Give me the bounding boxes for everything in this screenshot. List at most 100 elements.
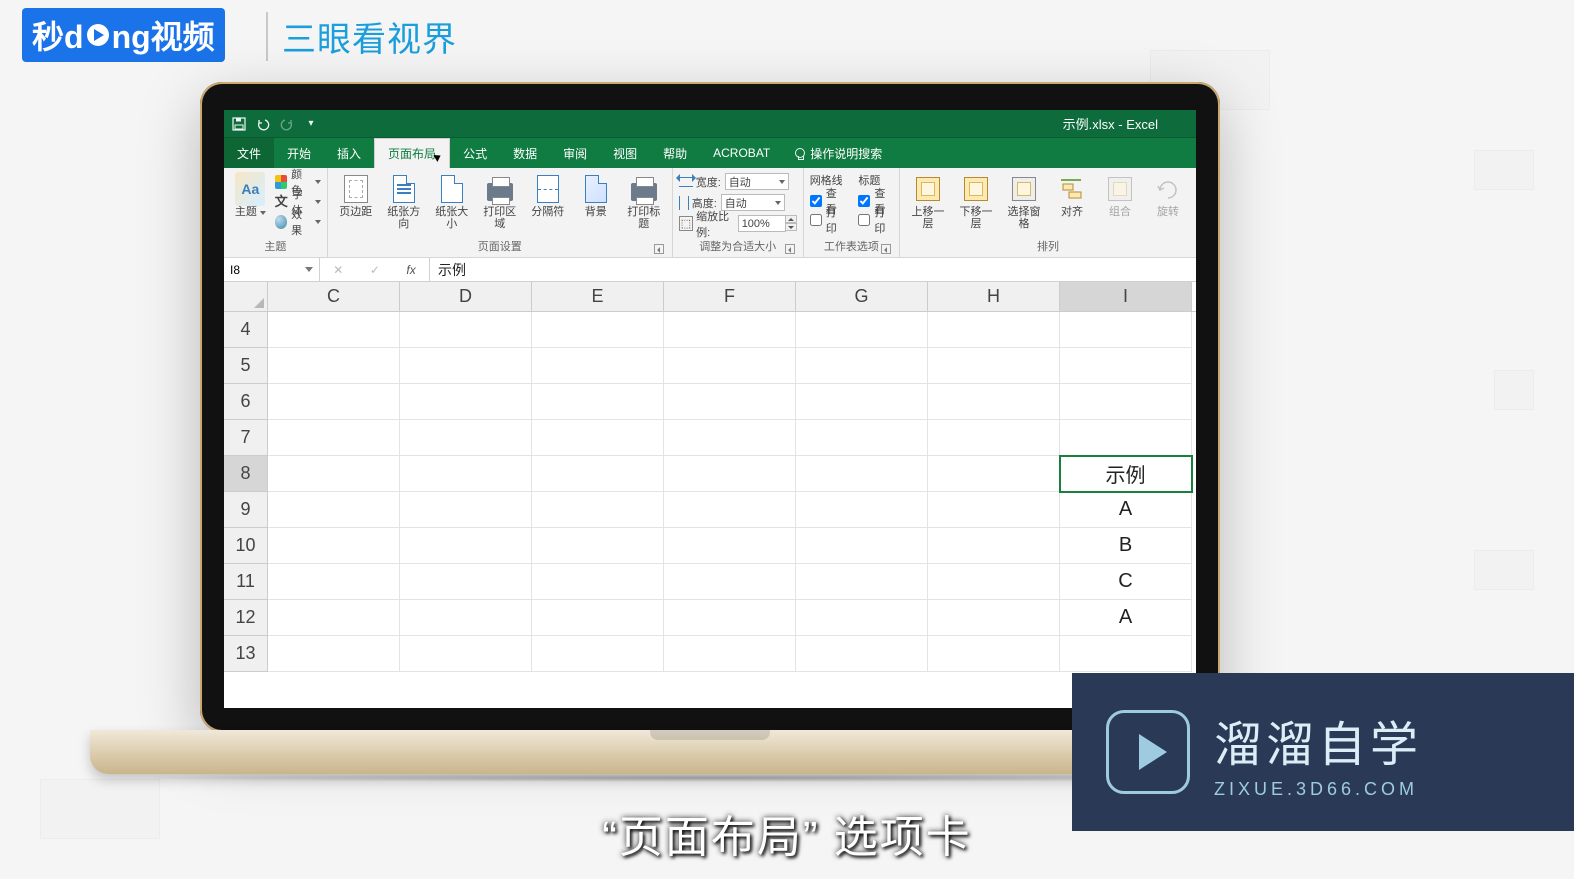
- cell[interactable]: [268, 312, 400, 348]
- cell[interactable]: [796, 492, 928, 528]
- save-icon[interactable]: [232, 117, 246, 131]
- cell[interactable]: [928, 456, 1060, 492]
- qat-customize-icon[interactable]: ▾: [304, 117, 318, 131]
- scale-spinner[interactable]: [785, 215, 797, 232]
- cell[interactable]: [928, 420, 1060, 456]
- cell[interactable]: [796, 312, 928, 348]
- cell[interactable]: [928, 384, 1060, 420]
- cell[interactable]: [268, 528, 400, 564]
- cell[interactable]: [664, 312, 796, 348]
- cell[interactable]: [532, 312, 664, 348]
- cell[interactable]: [400, 420, 532, 456]
- cell[interactable]: [1060, 420, 1192, 456]
- cell[interactable]: [532, 492, 664, 528]
- breaks-button[interactable]: 分隔符: [526, 172, 570, 220]
- cell[interactable]: [532, 384, 664, 420]
- margins-button[interactable]: 页边距: [334, 172, 378, 220]
- row-header[interactable]: 7: [224, 420, 268, 456]
- column-header[interactable]: G: [796, 282, 928, 311]
- tab-help[interactable]: 帮助: [650, 138, 700, 168]
- size-button[interactable]: 纸张大小: [430, 172, 474, 232]
- cell[interactable]: [532, 456, 664, 492]
- row-header[interactable]: 4: [224, 312, 268, 348]
- cell[interactable]: [532, 348, 664, 384]
- theme-effects-button[interactable]: 效果: [275, 212, 321, 231]
- cell[interactable]: [532, 636, 664, 672]
- cell[interactable]: [268, 384, 400, 420]
- tab-acrobat[interactable]: ACROBAT: [700, 138, 783, 168]
- background-button[interactable]: 背景: [574, 172, 618, 220]
- tab-home[interactable]: 开始: [274, 138, 324, 168]
- column-header[interactable]: D: [400, 282, 532, 311]
- cell[interactable]: [532, 600, 664, 636]
- cell[interactable]: [400, 564, 532, 600]
- group-button[interactable]: 组合: [1098, 172, 1142, 220]
- tab-view[interactable]: 视图: [600, 138, 650, 168]
- formula-input[interactable]: 示例: [430, 258, 1196, 281]
- column-header[interactable]: I: [1060, 282, 1192, 311]
- tab-insert[interactable]: 插入: [324, 138, 374, 168]
- tab-data[interactable]: 数据: [500, 138, 550, 168]
- cell[interactable]: [268, 564, 400, 600]
- cell[interactable]: [796, 456, 928, 492]
- cell[interactable]: [664, 600, 796, 636]
- row-header[interactable]: 8: [224, 456, 268, 492]
- cell[interactable]: [400, 456, 532, 492]
- cell[interactable]: [928, 492, 1060, 528]
- cell[interactable]: [268, 600, 400, 636]
- cell[interactable]: [532, 564, 664, 600]
- cell[interactable]: [928, 348, 1060, 384]
- rotate-button[interactable]: 旋转: [1146, 172, 1190, 220]
- row-header[interactable]: 11: [224, 564, 268, 600]
- row-header[interactable]: 10: [224, 528, 268, 564]
- undo-icon[interactable]: [256, 117, 270, 131]
- cell[interactable]: [928, 636, 1060, 672]
- cell[interactable]: A: [1060, 600, 1192, 636]
- name-box[interactable]: I8: [224, 258, 320, 281]
- cell[interactable]: [1060, 636, 1192, 672]
- cell[interactable]: [400, 492, 532, 528]
- align-button[interactable]: 对齐: [1050, 172, 1094, 220]
- cell[interactable]: [928, 564, 1060, 600]
- cell[interactable]: [400, 312, 532, 348]
- select-all-corner[interactable]: [224, 282, 268, 311]
- column-header[interactable]: H: [928, 282, 1060, 311]
- cell[interactable]: [664, 384, 796, 420]
- cell[interactable]: [796, 348, 928, 384]
- cancel-formula-icon[interactable]: ✕: [333, 263, 343, 277]
- cell[interactable]: [400, 528, 532, 564]
- send-backward-button[interactable]: 下移一层: [954, 172, 998, 232]
- tab-formulas[interactable]: 公式: [450, 138, 500, 168]
- cell[interactable]: [532, 420, 664, 456]
- dialog-launcher-icon[interactable]: [881, 244, 891, 254]
- cell[interactable]: [400, 636, 532, 672]
- redo-icon[interactable]: [280, 117, 294, 131]
- cell[interactable]: [796, 636, 928, 672]
- cell[interactable]: [928, 312, 1060, 348]
- cell[interactable]: [400, 600, 532, 636]
- cell[interactable]: [532, 528, 664, 564]
- cell[interactable]: [664, 348, 796, 384]
- column-header[interactable]: C: [268, 282, 400, 311]
- cell[interactable]: [796, 384, 928, 420]
- column-header[interactable]: E: [532, 282, 664, 311]
- cell[interactable]: A: [1060, 492, 1192, 528]
- cell[interactable]: [1060, 348, 1192, 384]
- cell[interactable]: [1060, 312, 1192, 348]
- cell[interactable]: [400, 348, 532, 384]
- cell[interactable]: [796, 600, 928, 636]
- cell[interactable]: [664, 528, 796, 564]
- headings-print-checkbox[interactable]: 打印: [858, 211, 893, 228]
- row-header[interactable]: 5: [224, 348, 268, 384]
- cell[interactable]: [928, 528, 1060, 564]
- cell[interactable]: [268, 456, 400, 492]
- row-header[interactable]: 12: [224, 600, 268, 636]
- column-header[interactable]: F: [664, 282, 796, 311]
- cell[interactable]: [268, 348, 400, 384]
- print-area-button[interactable]: 打印区域: [478, 172, 522, 232]
- dialog-launcher-icon[interactable]: [654, 244, 664, 254]
- tab-file[interactable]: 文件: [224, 138, 274, 168]
- cell[interactable]: [400, 384, 532, 420]
- cell[interactable]: [664, 420, 796, 456]
- row-header[interactable]: 9: [224, 492, 268, 528]
